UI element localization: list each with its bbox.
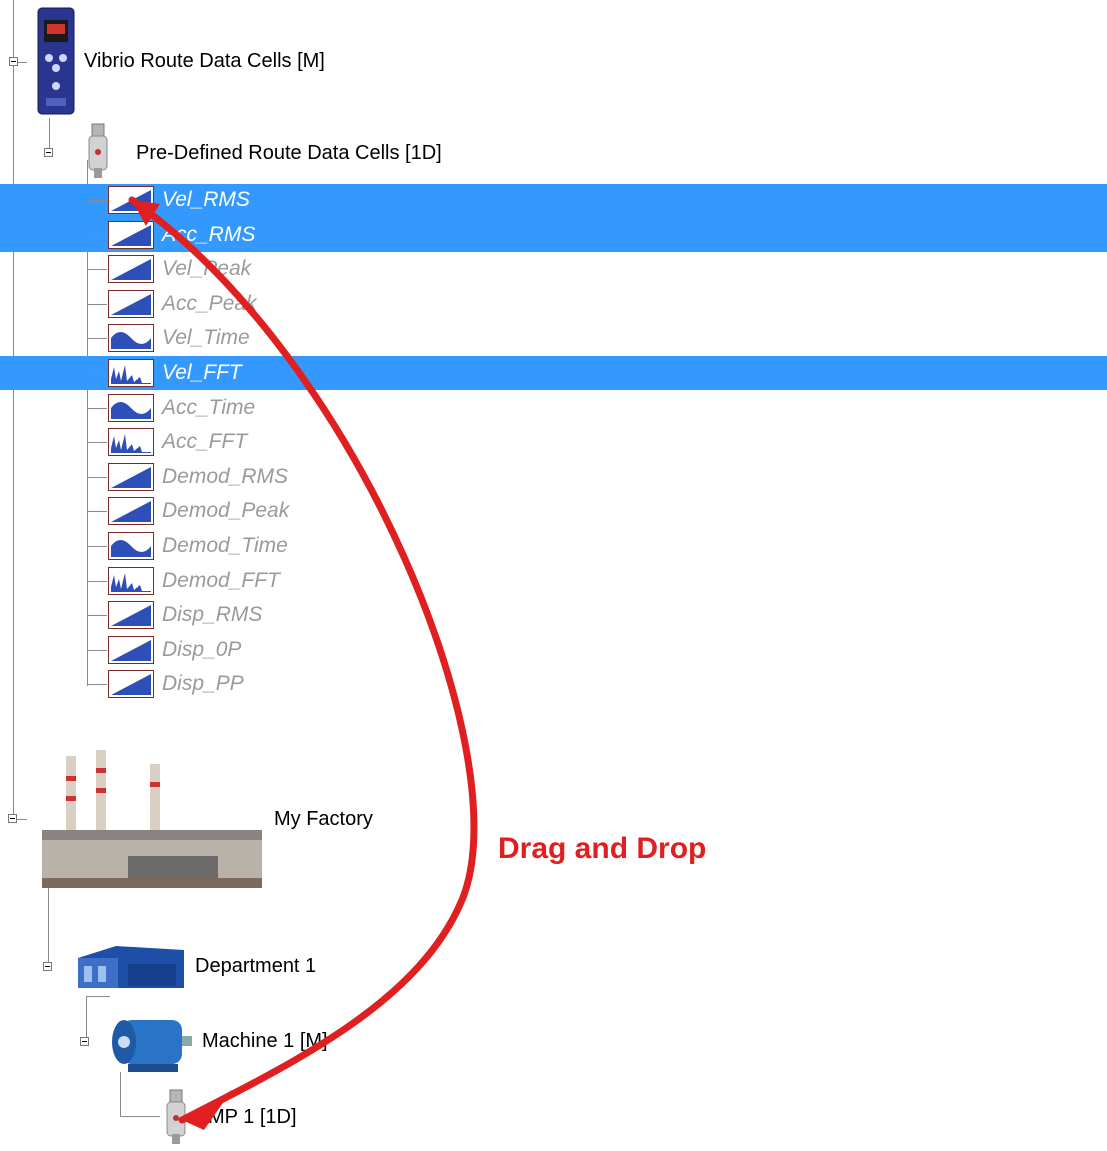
drag-drop-annotation: Drag and Drop: [498, 832, 707, 865]
drag-arrow: [128, 196, 478, 1130]
